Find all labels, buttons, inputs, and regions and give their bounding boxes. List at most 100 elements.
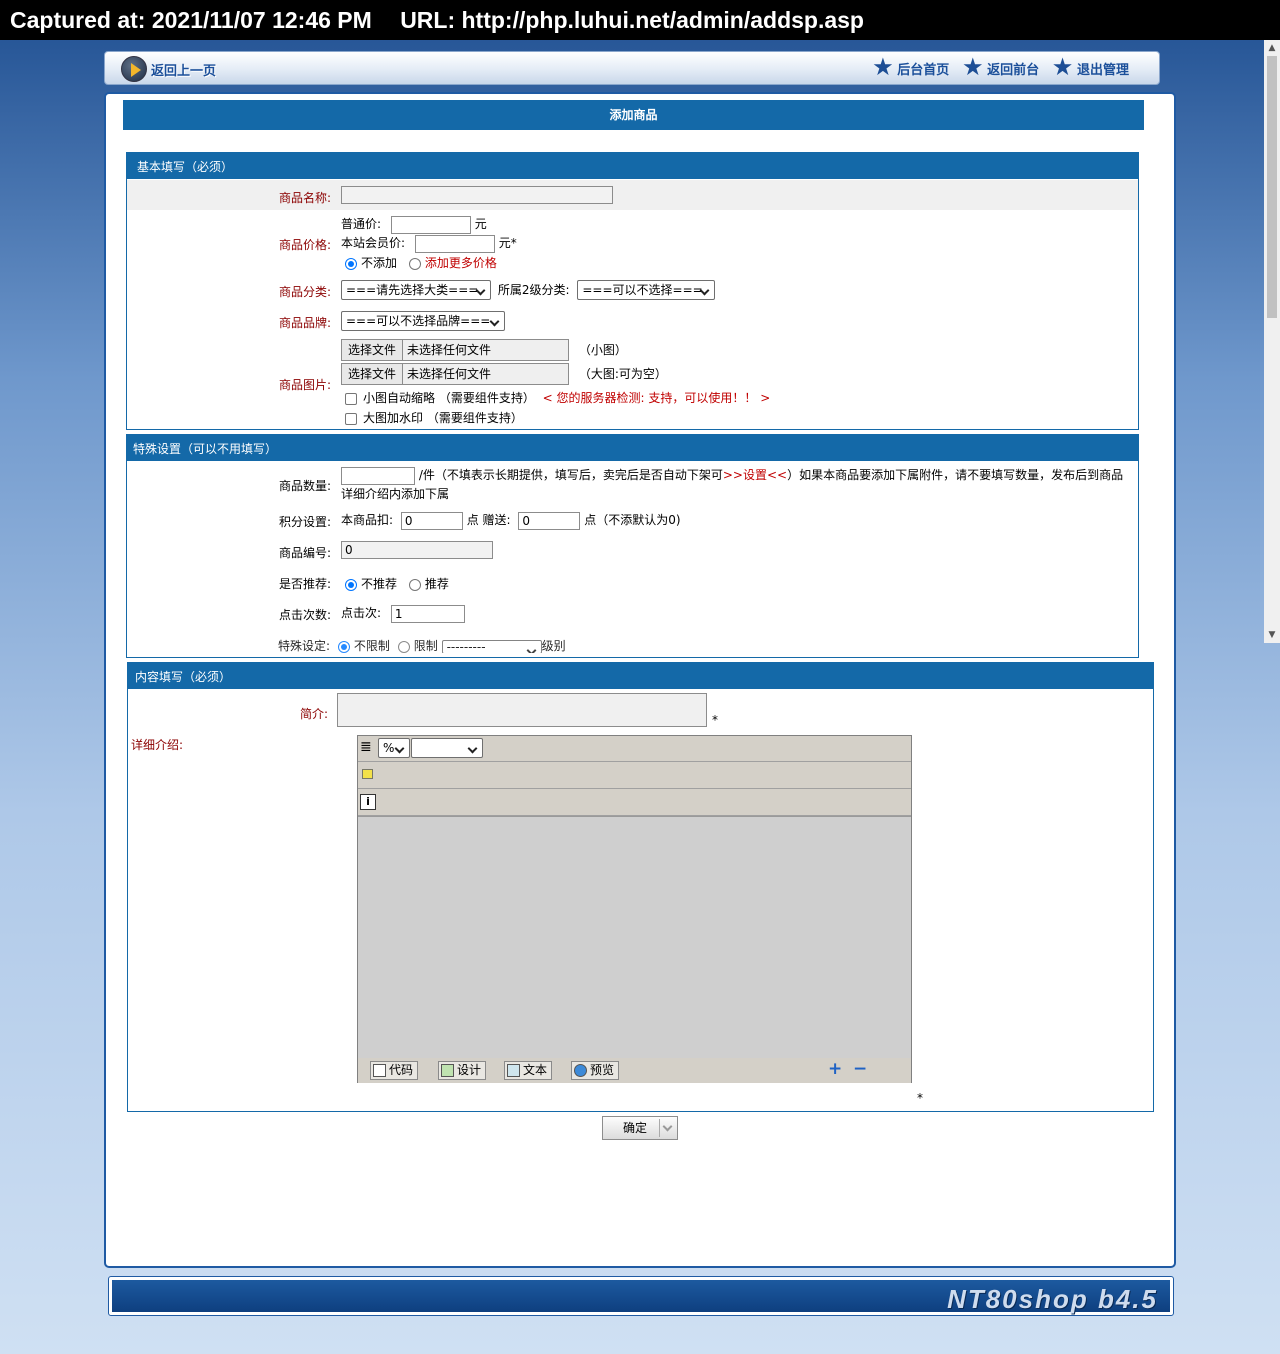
not-recommend-radio[interactable] bbox=[345, 578, 357, 591]
clicks-sub-label: 点击次: bbox=[341, 606, 382, 620]
back-label: 返回上一页 bbox=[151, 62, 217, 78]
quantity-note-b: ）如果本商品要添加下属附件，请不要填写数量，发布后到商品 bbox=[787, 468, 1124, 482]
price-label: 商品价格: bbox=[278, 238, 331, 252]
scroll-down-icon[interactable]: ▼ bbox=[1264, 627, 1280, 643]
zoom-select[interactable]: % bbox=[378, 738, 410, 758]
normal-price-label: 普通价: bbox=[341, 217, 382, 231]
admin-home-link[interactable]: ★ 后台首页 bbox=[873, 57, 950, 78]
subcategory-label: 所属2级分类: bbox=[497, 282, 570, 297]
frontend-link[interactable]: ★ 返回前台 bbox=[963, 56, 1040, 79]
design-mode-tab[interactable]: 设计 bbox=[438, 1061, 487, 1080]
editor-toolbar-1: ≣ % bbox=[358, 736, 911, 762]
image-label: 商品图片: bbox=[278, 378, 331, 392]
brand-select[interactable]: ===可以不选择品牌=== bbox=[341, 311, 505, 331]
recommend-radio[interactable] bbox=[408, 578, 421, 591]
main-panel: 添加商品 基本填写（必须） 商品名称: 普通价: 元 商品价格: 本站会员价: … bbox=[104, 92, 1176, 1268]
intro-label: 简介: bbox=[299, 707, 328, 721]
quantity-note-a: /件（不填表示长期提供，填写后，卖完后是否自动下架可 bbox=[418, 468, 723, 482]
scroll-up-icon[interactable]: ▲ bbox=[1264, 40, 1280, 56]
chevron-down-icon bbox=[659, 1119, 675, 1137]
insert-layer-icon[interactable] bbox=[362, 769, 373, 779]
level-suffix: 级别 bbox=[541, 639, 566, 653]
code-icon bbox=[373, 1064, 386, 1077]
level-select[interactable]: --------- bbox=[441, 639, 542, 653]
small-image-file-button[interactable]: 选择文件 bbox=[342, 340, 404, 360]
points-deduct-label: 本商品扣: bbox=[341, 513, 394, 527]
submit-label: 确定 bbox=[623, 1121, 648, 1135]
basic-section-header: 基本填写（必须） bbox=[127, 153, 1138, 179]
large-image-file-button[interactable]: 选择文件 bbox=[342, 364, 404, 384]
special-section: 特殊设置（可以不用填写） 商品数量: /件（不填表示长期提供，填写后，卖完后是否… bbox=[126, 434, 1139, 658]
align-icon[interactable]: ≣ bbox=[360, 740, 376, 756]
add-more-price-radio[interactable] bbox=[408, 257, 421, 270]
product-code-input[interactable] bbox=[341, 541, 493, 559]
member-price-input[interactable] bbox=[414, 234, 495, 253]
watermark-label: 大图加水印 （需要组件支持） bbox=[363, 411, 523, 425]
vertical-scrollbar[interactable]: ▲ ▼ bbox=[1264, 40, 1280, 643]
small-image-file-name: 未选择任何文件 bbox=[407, 343, 492, 357]
text-mode-tab[interactable]: 文本 bbox=[504, 1061, 553, 1080]
admin-home-label: 后台首页 bbox=[897, 61, 950, 77]
category-label: 商品分类: bbox=[278, 285, 331, 299]
points-gift-input[interactable] bbox=[518, 511, 581, 530]
points-deduct-input[interactable] bbox=[400, 511, 463, 530]
server-check-note: < 您的服务器检测: 支持，可以使用！！ > bbox=[542, 391, 771, 405]
small-image-note: （小图） bbox=[578, 342, 627, 357]
expand-editor-icon[interactable]: + bbox=[828, 1059, 842, 1079]
preview-mode-tab[interactable]: 预览 bbox=[571, 1061, 620, 1080]
editor-mode-bar: 代码 设计 文本 预览 + − bbox=[358, 1058, 911, 1083]
large-image-file-input[interactable]: 选择文件 未选择任何文件 bbox=[341, 363, 569, 385]
capture-bar: Captured at: 2021/11/07 12:46 PM URL: ht… bbox=[0, 0, 1280, 40]
shrink-editor-icon[interactable]: − bbox=[853, 1059, 867, 1079]
no-add-radio[interactable] bbox=[345, 257, 357, 270]
limited-radio[interactable] bbox=[397, 640, 410, 653]
format-select[interactable] bbox=[411, 738, 483, 758]
auto-thumb-checkbox[interactable] bbox=[345, 392, 357, 405]
intro-required-mark: * bbox=[712, 713, 718, 727]
page-title: 添加商品 bbox=[123, 100, 1144, 130]
category-select[interactable]: ===请先选择大类=== bbox=[341, 280, 491, 300]
normal-price-input[interactable] bbox=[390, 215, 471, 234]
quantity-settings-link[interactable]: >>设置<< bbox=[723, 468, 787, 482]
logout-label: 退出管理 bbox=[1076, 61, 1129, 77]
intro-textarea[interactable] bbox=[337, 693, 707, 727]
not-recommend-label: 不推荐 bbox=[361, 577, 398, 591]
play-icon bbox=[121, 56, 147, 82]
star-icon: ★ bbox=[1053, 56, 1072, 79]
normal-price-unit: 元 bbox=[474, 217, 487, 231]
large-image-file-name: 未选择任何文件 bbox=[407, 367, 492, 381]
text-mode-label: 文本 bbox=[523, 1063, 548, 1077]
globe-icon bbox=[574, 1064, 587, 1077]
quantity-input[interactable] bbox=[341, 466, 415, 485]
large-image-note: （大图:可为空） bbox=[578, 366, 667, 381]
admin-links: ★ 后台首页 ★ 返回前台 ★ 退出管理 bbox=[859, 56, 1129, 79]
recommend-label: 是否推荐: bbox=[278, 577, 331, 591]
back-button[interactable]: 返回上一页 bbox=[121, 56, 216, 82]
watermark-checkbox[interactable] bbox=[345, 412, 357, 425]
quantity-note-c: 详细介绍内添加下属 bbox=[341, 487, 450, 501]
clicks-input[interactable] bbox=[390, 604, 465, 623]
captured-at: Captured at: 2021/11/07 12:46 PM bbox=[10, 7, 372, 33]
product-name-input[interactable] bbox=[341, 186, 613, 204]
editor-toolbar-2 bbox=[358, 763, 911, 789]
star-icon: ★ bbox=[963, 56, 983, 79]
submit-button[interactable]: 确定 bbox=[602, 1116, 678, 1140]
unlimited-radio[interactable] bbox=[337, 640, 350, 653]
info-icon[interactable]: i bbox=[360, 794, 376, 810]
rich-text-editor: ≣ % i 代码 设计 文本 预览 + − bbox=[357, 735, 912, 1083]
code-mode-label: 代码 bbox=[389, 1063, 414, 1077]
scrollbar-thumb[interactable] bbox=[1267, 56, 1277, 318]
code-mode-tab[interactable]: 代码 bbox=[370, 1061, 419, 1080]
special-section-header: 特殊设置（可以不用填写） bbox=[127, 435, 1138, 461]
content-section-header: 内容填写（必须） bbox=[128, 663, 1153, 689]
points-gift-label: 点 赠送: bbox=[466, 513, 511, 527]
logout-link[interactable]: ★ 退出管理 bbox=[1053, 56, 1129, 79]
basic-section: 基本填写（必须） 商品名称: 普通价: 元 商品价格: 本站会员价: 元* 不添… bbox=[126, 152, 1139, 430]
editor-content-area[interactable] bbox=[358, 816, 911, 1058]
auto-thumb-label: 小图自动缩略 （需要组件支持） bbox=[363, 391, 535, 405]
frontend-label: 返回前台 bbox=[987, 61, 1040, 77]
small-image-file-input[interactable]: 选择文件 未选择任何文件 bbox=[341, 339, 569, 361]
subcategory-select[interactable]: ===可以不选择=== bbox=[577, 280, 716, 300]
points-label: 积分设置: bbox=[278, 515, 331, 529]
clicks-label: 点击次数: bbox=[278, 608, 331, 622]
